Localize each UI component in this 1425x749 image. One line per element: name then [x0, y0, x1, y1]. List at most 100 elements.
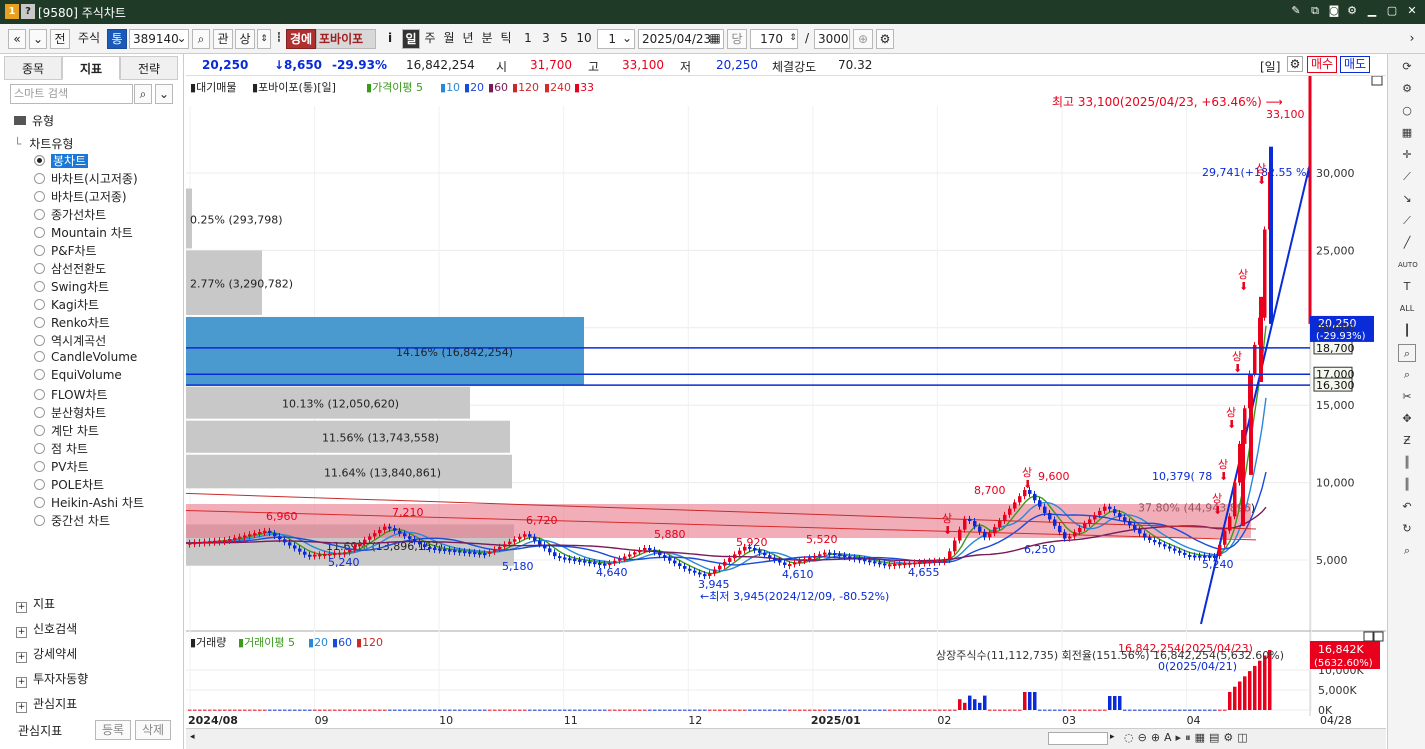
period-week-tab[interactable]: 주 [421, 29, 439, 49]
chart-type-item[interactable]: 바차트(고저종) [34, 188, 127, 205]
chart-type-item[interactable]: PV차트 [34, 458, 89, 475]
camera-icon[interactable]: ◙ [1326, 3, 1342, 19]
chart-type-item[interactable]: Mountain 차트 [34, 224, 133, 241]
refresh-icon[interactable]: ⟳ [1398, 58, 1416, 76]
chart-type-item[interactable]: 종가선차트 [34, 206, 106, 223]
chart-tool-icon[interactable]: ▦ [1398, 124, 1416, 142]
chart-type-item[interactable]: FLOW차트 [34, 386, 108, 403]
period-day-tab[interactable]: 일 [402, 29, 420, 49]
period-tick-tab[interactable]: 틱 [497, 29, 515, 49]
mult-1-button[interactable]: 1 [520, 29, 536, 49]
chart-type-item[interactable]: 계단 차트 [34, 422, 99, 439]
prev-button[interactable]: « [8, 29, 26, 49]
dang-button[interactable]: 당 [727, 29, 747, 49]
chart-type-item[interactable]: Heikin-Ashi 차트 [34, 494, 144, 511]
gear-icon[interactable]: ⚙ [1344, 3, 1360, 19]
bars2-tool-icon[interactable]: ║ [1398, 476, 1416, 494]
mult-5-button[interactable]: 5 [556, 29, 572, 49]
bottom-scrollbar[interactable]: ◂ ▸ ◌⊖⊕A▸⏸▦▤⚙◫ [186, 728, 1386, 749]
smart-search-input[interactable]: 스마트 검색 [10, 84, 133, 104]
chart-type-item[interactable]: Swing차트 [34, 278, 109, 295]
redo-tool-icon[interactable]: ↻ [1398, 520, 1416, 538]
trend-tool-icon[interactable]: ⟋ [1398, 212, 1416, 230]
period-minute-tab[interactable]: 분 [478, 29, 496, 49]
all-tool-icon[interactable]: ALL [1398, 300, 1416, 318]
maximize-icon[interactable]: ▢ [1384, 3, 1400, 19]
chart-type-item[interactable]: 역시계곡선 [34, 332, 106, 349]
chart-type-candle[interactable]: 봉차트 [34, 152, 89, 169]
scroll-thumb[interactable] [1048, 732, 1108, 745]
count-stepper[interactable]: ⇕ [787, 29, 799, 49]
candle-tool-icon[interactable]: ┃ [1398, 322, 1416, 340]
tree-group-chart-type[interactable]: └ 차트유형 [14, 135, 73, 152]
tab-stock[interactable]: 종목 [4, 56, 62, 80]
chart-type-item[interactable]: 바차트(시고저종) [34, 170, 138, 187]
info-button[interactable]: i [381, 29, 399, 49]
bottom-tools[interactable]: ◌⊖⊕A▸⏸▦▤⚙◫ [1124, 731, 1252, 745]
hand-tool-icon[interactable]: ✥ [1398, 410, 1416, 428]
tab-indicator[interactable]: 지표 [62, 56, 120, 80]
scroll-left-icon[interactable]: ◂ [190, 732, 195, 742]
arrow-tool-icon[interactable]: ↘ [1398, 190, 1416, 208]
circle-tool-icon[interactable]: ○ [1398, 102, 1416, 120]
register-button[interactable]: 등록 [95, 720, 131, 740]
smart-search-icon[interactable]: ⌕ [134, 84, 152, 104]
memo-icon[interactable]: ✎ [1288, 3, 1304, 19]
mult-10-button[interactable]: 10 [574, 29, 594, 49]
gwan-button[interactable]: 관 [213, 29, 233, 49]
mult-3-button[interactable]: 3 [538, 29, 554, 49]
close-icon[interactable]: ✕ [1404, 3, 1420, 19]
calendar-icon[interactable]: ▦ [707, 29, 723, 49]
settings-icon[interactable]: ⚙ [876, 29, 894, 49]
bars-tool-icon[interactable]: ║ [1398, 454, 1416, 472]
zoom-icon[interactable]: ⊕ [853, 29, 873, 49]
cross-tool-icon[interactable]: ✛ [1398, 146, 1416, 164]
period-month-tab[interactable]: 월 [440, 29, 458, 49]
tab-strategy[interactable]: 전략 [120, 56, 178, 80]
erase-tool-icon[interactable]: ✂ [1398, 388, 1416, 406]
multiplier-dropdown-icon[interactable]: ⌄ [620, 29, 634, 49]
scroll-right-icon[interactable]: ▸ [1110, 732, 1115, 742]
sell-button[interactable]: 매도 [1340, 56, 1370, 73]
zigzag-tool-icon[interactable]: Ƶ [1398, 432, 1416, 450]
tree-root-type[interactable]: 유형 [14, 112, 54, 129]
link-icon[interactable]: ⧉ [1307, 3, 1323, 19]
chart-type-item[interactable]: CandleVolume [34, 350, 137, 364]
minimize-icon[interactable]: ▁ [1364, 3, 1380, 19]
magnify-tool-icon[interactable]: ⌕ [1398, 542, 1416, 560]
section-investor[interactable]: + 투자자동향 [16, 670, 88, 688]
chart-type-item[interactable]: 분산형차트 [34, 404, 106, 421]
chart-type-item[interactable]: Renko차트 [34, 314, 110, 331]
section-indicator[interactable]: + 지표 [16, 595, 55, 613]
chart-type-item[interactable]: Kagi차트 [34, 296, 99, 313]
section-favorite[interactable]: + 관심지표 [16, 695, 77, 713]
total-input[interactable]: 3000 [814, 29, 850, 49]
chart-type-item[interactable]: 삼선전환도 [34, 260, 106, 277]
market-label[interactable]: 주식 [73, 29, 105, 49]
zoom-tool-icon[interactable]: ⌕ [1398, 344, 1416, 362]
chart-type-item[interactable]: P&F차트 [34, 242, 97, 259]
section-strength[interactable]: + 강세약세 [16, 645, 77, 663]
auto-tool-icon[interactable]: AUTO [1398, 256, 1418, 274]
code-dropdown-icon[interactable]: ⌄ [174, 29, 189, 49]
text-tool-icon[interactable]: T [1398, 278, 1416, 296]
chart-type-item[interactable]: 중간선 차트 [34, 512, 110, 529]
section-signal-search[interactable]: + 신호검색 [16, 620, 77, 638]
diagonal-tool-icon[interactable]: ╱ [1398, 234, 1416, 252]
period-year-tab[interactable]: 년 [459, 29, 477, 49]
undo-tool-icon[interactable]: ↶ [1398, 498, 1416, 516]
buy-button[interactable]: 매수 [1307, 56, 1337, 73]
search-tool-icon[interactable]: ⌕ [1398, 366, 1416, 384]
chart-type-item[interactable]: POLE차트 [34, 476, 104, 493]
line-tool-icon[interactable]: ⟋ [1398, 168, 1416, 186]
chart-settings-icon[interactable]: ⚙ [1287, 56, 1303, 72]
history-dropdown[interactable]: ⌄ [29, 29, 47, 49]
sang-button[interactable]: 상 [235, 29, 255, 49]
tong-button[interactable]: 통 [107, 29, 127, 49]
price-chart[interactable]: 0.25% (293,798)2.77% (3,290,782)14.16% (… [186, 76, 1386, 728]
jeon-button[interactable]: 전 [50, 29, 70, 49]
search-options-icon[interactable]: ⌄ [155, 84, 173, 104]
chart-type-item[interactable]: EquiVolume [34, 368, 122, 382]
updown-stepper[interactable]: ⇕ [257, 29, 271, 49]
help-icon[interactable]: ? [21, 4, 35, 19]
